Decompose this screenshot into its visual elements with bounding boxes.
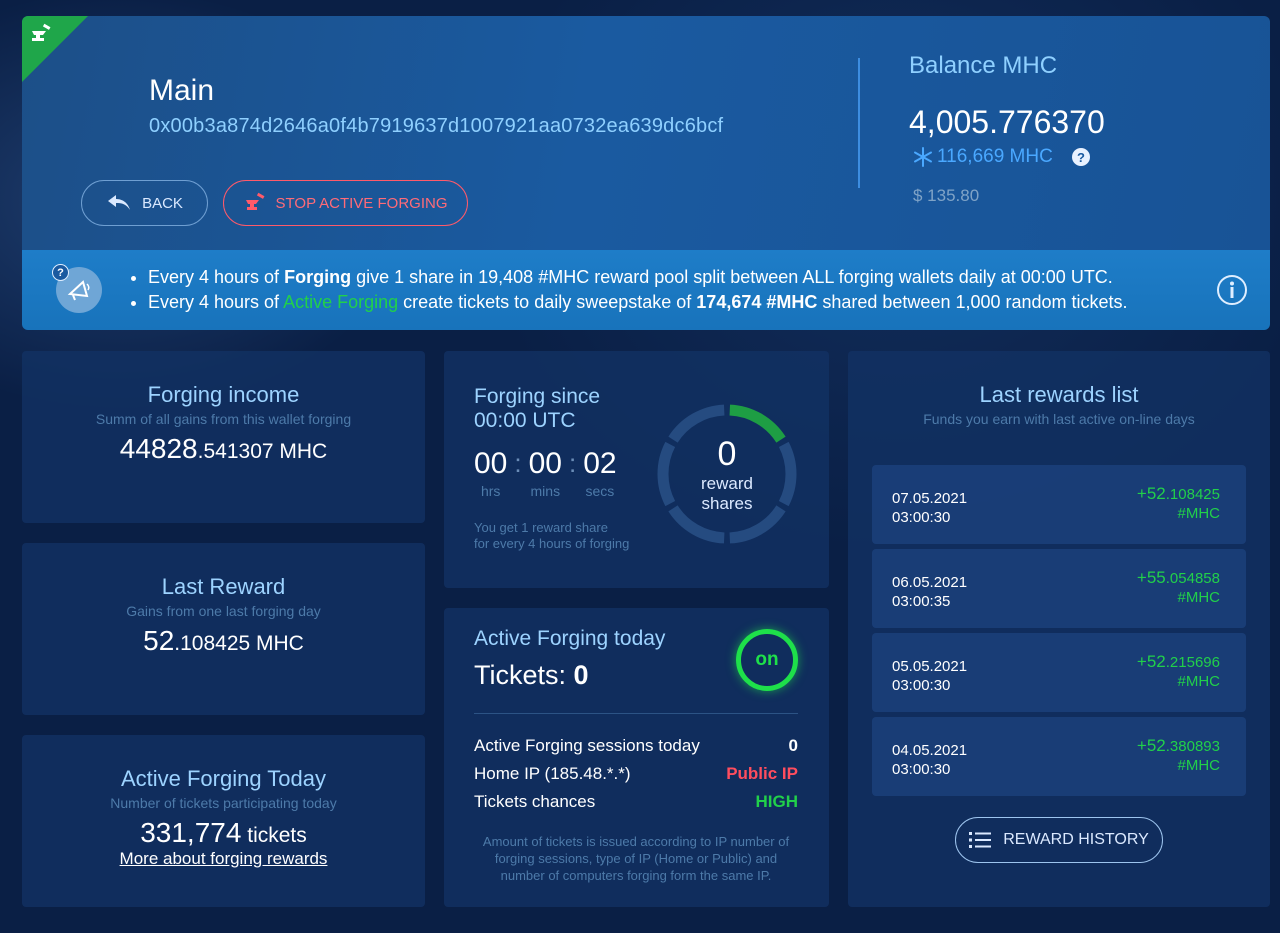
ip-row: Home IP (185.48.*.*) Public IP [474,764,798,783]
back-button[interactable]: BACK [81,180,208,226]
balance-value: 4,005.776370 [909,104,1105,140]
reward-list-item: 04.05.2021 03:00:30 +52.380893 #MHC [872,717,1246,796]
timer-hours: 00 [474,447,508,480]
banner-line-1: Every 4 hours of Forging give 1 share in… [148,265,1128,290]
reward-shares-text: 0 reward shares [701,434,753,513]
tickets-note: Amount of tickets is issued according to… [482,834,790,883]
chances-row: Tickets chances HIGH [474,792,798,811]
balance-usd: $ 135.80 [913,186,980,205]
list-icon [969,832,992,848]
wallet-name: Main [149,74,215,107]
wallet-header: Main 0x00b3a874d2646a0f4b7919637d1007921… [22,16,1270,250]
active-forging-detail-title: Active Forging today [474,627,666,650]
back-button-label: BACK [142,194,183,212]
last-reward-title: Last Reward [161,574,286,599]
reward-list-item: 07.05.2021 03:00:30 +52.108425 #MHC [872,465,1246,544]
last-rewards-sub: Funds you earn with last active on-line … [923,411,1195,427]
last-rewards-title: Last rewards list [979,382,1139,407]
banner-list: Every 4 hours of Forging give 1 share in… [148,265,1128,315]
info-banner: ? Every 4 hours of Forging give 1 share … [22,250,1270,330]
anvil-icon [245,192,264,210]
sessions-row: Active Forging sessions today 0 [474,736,798,755]
reward-history-button[interactable]: REWARD HISTORY [955,817,1163,863]
banner-line-2: Every 4 hours of Active Forging create t… [148,290,1128,315]
reward-list-item: 06.05.2021 03:00:35 +55.054858 #MHC [872,549,1246,628]
forging-since-card: Forging since 00:00 UTC 00 hrs : 00 mins :… [444,351,829,588]
forging-income-value: 44828.541307 MHC [119,433,328,464]
more-about-forging-link[interactable]: More about forging rewards [120,849,328,868]
frozen-balance: 116,669 MHC [913,146,1053,168]
last-reward-sub: Gains from one last forging day [126,603,321,619]
last-rewards-card: Last rewards list Funds you earn with la… [848,351,1270,907]
timer-seconds: 02 [583,447,617,480]
balance-label: Balance MHC [909,52,1058,79]
reward-list-item: 05.05.2021 03:00:30 +52.215696 #MHC [872,633,1246,712]
wallet-address: 0x00b3a874d2646a0f4b7919637d1007921aa073… [149,115,724,137]
header-divider [858,58,860,188]
reward-shares-value: 0 [717,434,737,473]
active-forging-on-toggle[interactable]: on [736,629,798,691]
tickets-count: Tickets: 0 [474,660,589,690]
last-reward-value: 52.108425 MHC [143,625,304,656]
snowflake-icon [914,147,932,167]
forging-since-title: Forging since 00:00 UTC [474,385,601,432]
active-forging-today-card: Active Forging Today Number of tickets p… [22,735,425,907]
forging-income-card: Forging income Summ of all gains from th… [22,351,425,523]
detail-divider [474,713,798,714]
active-forging-today-sub: Number of tickets participating today [110,795,337,811]
stop-button-label: STOP ACTIVE FORGING [275,194,448,212]
active-forging-today-title: Active Forging Today [120,766,327,791]
anvil-icon [32,23,51,41]
forging-since-note: You get 1 reward share for every 4 hours… [474,520,630,551]
active-forging-detail-card: Active Forging today Tickets: 0 on Activ… [444,608,829,907]
help-icon[interactable]: ? [1072,148,1090,166]
forging-income-sub: Summ of all gains from this wallet forgi… [95,411,352,427]
last-reward-card: Last Reward Gains from one last forging … [22,543,425,715]
info-icon[interactable] [1216,274,1248,306]
question-icon[interactable]: ? [52,264,69,281]
back-arrow-icon [108,195,131,210]
timer-minutes: 00 [528,447,562,480]
stop-active-forging-button[interactable]: STOP ACTIVE FORGING [223,180,468,226]
forging-timer: 00 hrs : 00 mins : 02 secs [474,447,617,499]
reward-history-label: REWARD HISTORY [1003,831,1149,848]
active-tickets-value: 331,774 tickets [140,817,307,848]
frozen-balance-value: 116,669 MHC [937,146,1053,167]
forging-income-title: Forging income [147,382,300,407]
